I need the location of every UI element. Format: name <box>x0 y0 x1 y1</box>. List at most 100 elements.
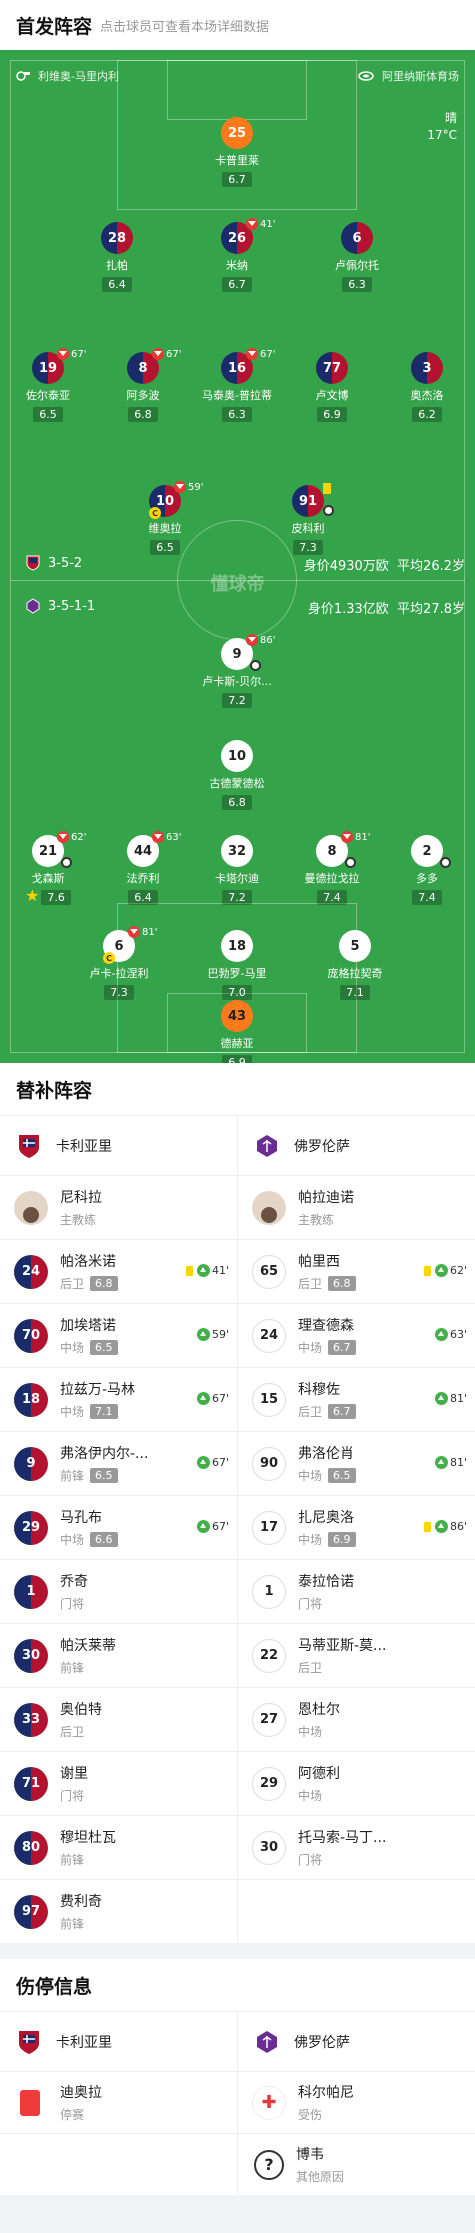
away-player[interactable]: 9 86' 卢卡斯-贝尔... 7.2 <box>192 634 282 708</box>
sub-event: 63' <box>434 1328 467 1341</box>
player-position-row: 前锋 <box>60 1915 102 1932</box>
injury-home-player[interactable]: 迪奥拉 停赛 <box>0 2072 237 2133</box>
player-position: 中场 <box>298 1469 323 1483</box>
injury-away-player[interactable]: ? 博韦 其他原因 <box>237 2134 475 2195</box>
player-name: 卢卡斯-贝尔... <box>202 675 272 688</box>
away-sub-player[interactable]: 30 托马索-马丁... 门将 <box>237 1816 475 1879</box>
away-player[interactable]: 10 古德蒙德松 6.8 <box>192 740 282 810</box>
away-player[interactable]: 44 63' 法乔利 6.4 <box>98 831 188 905</box>
sub-time: 59' <box>188 481 204 493</box>
sub-time: 63' <box>166 831 182 843</box>
injury-away-player[interactable]: ✚ 科尔帕尼 受伤 <box>237 2072 475 2133</box>
home-sub-player[interactable]: 29 马孔布 中场 6.6 67' <box>0 1496 237 1559</box>
away-player[interactable]: 5 庞格拉契奇 7.1 <box>310 930 400 1000</box>
away-player[interactable]: 43 德赫亚 6.9 <box>192 1000 282 1063</box>
player-rating: 6.7 <box>222 277 252 292</box>
player-position: 中场 <box>60 1341 85 1355</box>
weather: 晴 17°C <box>427 110 457 144</box>
player-rating: 7.0 <box>222 985 252 1000</box>
player-info: 谢里 门将 <box>60 1763 88 1804</box>
injury-title: 伤停信息 <box>16 1975 93 1998</box>
player-name: 戈森斯 <box>31 872 65 885</box>
home-sub-player[interactable]: 70 加埃塔诺 中场 6.5 59' <box>0 1304 237 1367</box>
sub-event: 67' <box>196 1520 229 1533</box>
home-player[interactable]: 25 卡普里莱 6.7 <box>192 117 282 187</box>
away-sub-player[interactable]: 24 理查德森 中场 6.7 63' <box>237 1304 475 1367</box>
player-info: 帕里西 后卫 6.8 <box>298 1251 356 1292</box>
weather-temp: 17°C <box>427 128 457 142</box>
player-position: 后卫 <box>60 1277 85 1291</box>
player-number: 2 <box>411 835 443 867</box>
sub-event: 67' <box>196 1456 229 1469</box>
home-coach[interactable]: 尼科拉 主教练 <box>0 1176 237 1239</box>
home-sub-player[interactable]: 24 帕洛米诺 后卫 6.8 41' <box>0 1240 237 1303</box>
sub-time: 59' <box>211 1328 229 1341</box>
player-rating: 6.8 <box>90 1276 118 1291</box>
home-player[interactable]: 16 67' 马泰奥-普拉蒂 6.3 <box>192 348 282 422</box>
sub-off-indicator: 59' <box>174 481 203 493</box>
away-coach[interactable]: 帕拉迪诺 主教练 <box>237 1176 475 1239</box>
home-sub-player[interactable]: 80 穆坦杜瓦 前锋 <box>0 1816 237 1879</box>
player-position-row: 前锋 <box>60 1851 116 1868</box>
coach-role: 主教练 <box>60 1213 97 1227</box>
spacer <box>0 1943 475 1959</box>
injury-reason: 受伤 <box>298 2108 323 2122</box>
home-sub-player[interactable]: 1 乔奇 门将 <box>0 1560 237 1623</box>
away-player[interactable]: 21 62' 戈森斯 ★ 7.6 <box>3 831 93 905</box>
player-name: 皮科利 <box>291 522 325 535</box>
subs-row: 33 奥伯特 后卫 27 恩杜尔 中场 <box>0 1687 475 1751</box>
sub-time: 67' <box>211 1456 229 1469</box>
away-sub-player[interactable]: 90 弗洛伦肖 中场 6.5 81' <box>237 1432 475 1495</box>
cagliari-crest-icon <box>19 1134 39 1158</box>
player-position: 后卫 <box>298 1277 323 1291</box>
home-player[interactable]: 3 奥杰洛 6.2 <box>382 352 472 422</box>
fiorentina-crest-icon <box>257 1134 277 1157</box>
home-sub-player[interactable]: 33 奥伯特 后卫 <box>0 1688 237 1751</box>
home-player[interactable]: 6 卢佩尔托 6.3 <box>312 222 402 292</box>
home-player[interactable]: 26 41' 米纳 6.7 <box>192 218 282 292</box>
away-sub-player[interactable]: 17 扎尼奥洛 中场 6.9 86' <box>237 1496 475 1559</box>
home-player[interactable]: 8 67' 阿多波 6.8 <box>98 348 188 422</box>
home-player[interactable]: 91 皮科利 7.3 <box>263 483 353 555</box>
home-player[interactable]: 19 67' 佐尔泰亚 6.5 <box>3 348 93 422</box>
away-player[interactable]: 18 巴勃罗-马里 7.0 <box>192 930 282 1000</box>
player-rating: 7.1 <box>340 985 370 1000</box>
away-sub-player[interactable]: 1 泰拉恰诺 门将 <box>237 1560 475 1623</box>
captain-badge: C <box>149 507 161 519</box>
away-player[interactable]: 8 81' 曼德拉戈拉 7.4 <box>287 831 377 905</box>
player-position: 后卫 <box>298 1661 323 1675</box>
home-sub-player[interactable]: 30 帕沃莱蒂 前锋 <box>0 1624 237 1687</box>
injury-away-team[interactable]: 佛罗伦萨 <box>237 2012 475 2071</box>
coach-avatar <box>252 1190 286 1225</box>
away-player[interactable]: 2 多多 7.4 <box>382 835 472 905</box>
injury-away-team-name: 佛罗伦萨 <box>294 2034 350 2051</box>
sub-on-icon <box>434 1392 448 1405</box>
home-sub-player[interactable]: 9 弗洛伊内尔-... 前锋 6.5 67' <box>0 1432 237 1495</box>
player-position-row: 中场 6.5 <box>298 1467 356 1484</box>
away-sub-player[interactable]: 29 阿德利 中场 <box>237 1752 475 1815</box>
subs-home-team[interactable]: 卡利亚里 <box>0 1116 237 1175</box>
player-name: 卡普里莱 <box>215 154 259 167</box>
home-player[interactable]: 10 59' C 维奥拉 6.5 <box>120 481 210 555</box>
player-number: 91 <box>292 485 324 517</box>
home-sub-player[interactable]: 18 拉兹万-马林 中场 7.1 67' <box>0 1368 237 1431</box>
away-sub-player[interactable]: 27 恩杜尔 中场 <box>237 1688 475 1751</box>
away-sub-player[interactable]: 65 帕里西 后卫 6.8 62' <box>237 1240 475 1303</box>
subs-team-header: 卡利亚里 佛罗伦萨 <box>0 1115 475 1175</box>
player-rating: 6.5 <box>328 1468 356 1483</box>
home-sub-player[interactable]: 97 费利奇 前锋 <box>0 1880 237 1943</box>
away-sub-player[interactable]: 15 科穆佐 后卫 6.7 81' <box>237 1368 475 1431</box>
home-player[interactable]: 77 卢文博 6.9 <box>287 352 377 422</box>
injury-reason: 其他原因 <box>296 2170 345 2184</box>
subs-away-team[interactable]: 佛罗伦萨 <box>237 1116 475 1175</box>
sub-off-icon <box>174 481 186 493</box>
player-info: 阿德利 中场 <box>298 1763 340 1804</box>
fiorentina-crest-icon <box>26 598 40 614</box>
away-sub-player[interactable]: 22 马蒂亚斯-莫... 后卫 <box>237 1624 475 1687</box>
injury-section: 伤停信息 卡利亚里 佛罗伦萨 迪奥拉 停赛 ✚ 科尔帕尼 受伤 ? 博韦 其他原因 <box>0 1959 475 2195</box>
away-player[interactable]: 32 卡塔尔迪 7.2 <box>192 835 282 905</box>
away-player[interactable]: 6 81' C 卢卡-拉涅利 7.3 <box>74 926 164 1000</box>
injury-home-team[interactable]: 卡利亚里 <box>0 2012 237 2071</box>
home-sub-player[interactable]: 71 谢里 门将 <box>0 1752 237 1815</box>
home-player[interactable]: 28 扎帕 6.4 <box>72 222 162 292</box>
